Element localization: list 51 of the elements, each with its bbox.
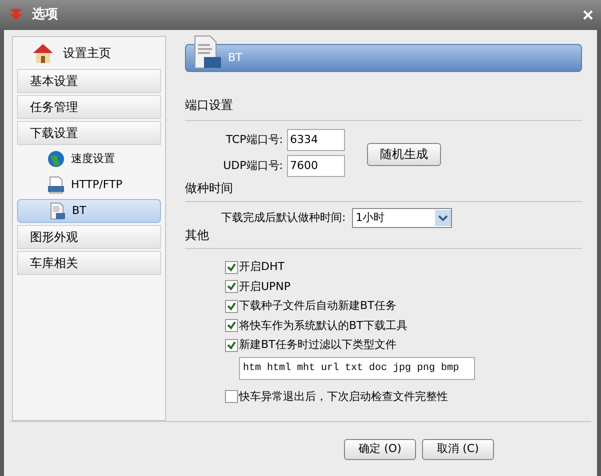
field-label: 下载完成后默认做种时间: (221, 210, 346, 226)
sidebar-section[interactable]: 任务管理 (17, 95, 161, 119)
check-icon (227, 262, 236, 272)
checkbox[interactable] (225, 280, 238, 294)
checkbox-option[interactable]: 开启DHT (225, 259, 582, 276)
window-title: 选项 (32, 6, 58, 24)
checkbox[interactable] (225, 300, 238, 313)
check-icon (227, 282, 236, 292)
sidebar-section[interactable]: 下载设置 (17, 121, 161, 145)
close-icon[interactable] (583, 10, 593, 20)
section-title: 其他 (185, 227, 210, 244)
globe-icon (47, 150, 65, 168)
filter-field[interactable]: htm html mht url txt doc jpg png bmp (239, 356, 475, 380)
check-icon (227, 340, 236, 350)
dialog-button[interactable]: 确定 (O) (344, 438, 416, 460)
field-label: TCP端口号: (226, 132, 283, 148)
random-button[interactable]: 随机生成 (367, 142, 441, 166)
sidebar-item[interactable]: BT (17, 199, 161, 223)
port-field[interactable]: 6334 (287, 129, 345, 151)
dialog-button[interactable]: 取消 (C) (422, 438, 494, 460)
section-title: 端口设置 (185, 97, 234, 114)
sidebar-home[interactable]: 设置主页 (63, 44, 111, 62)
sidebar-item[interactable]: 速度设置 (17, 147, 161, 171)
port-field[interactable]: 7600 (287, 155, 345, 177)
document-icon (48, 202, 66, 220)
checkbox[interactable] (225, 390, 238, 404)
section-title: 做种时间 (185, 180, 234, 197)
house-icon (31, 42, 55, 64)
checkbox-option[interactable]: 将快车作为系统默认的BT下载工具 (225, 318, 582, 334)
checkbox[interactable] (225, 260, 238, 274)
sidebar-section[interactable]: 基本设置 (17, 69, 161, 93)
page-title: BT (228, 50, 242, 66)
check-icon (227, 321, 236, 330)
document-icon (47, 176, 65, 194)
sidebar-item[interactable]: HTTP/FTP (17, 173, 161, 197)
checkbox-option[interactable]: 快车异常退出后，下次启动检查文件完整性 (225, 388, 582, 405)
checkbox-option[interactable]: 下载种子文件后自动新建BT任务 (225, 298, 582, 314)
field-label: UDP端口号: (223, 158, 283, 174)
document-icon (192, 35, 222, 69)
checkbox-option[interactable]: 开启UPNP (225, 278, 582, 295)
checkbox[interactable] (225, 338, 238, 352)
check-icon (227, 302, 236, 311)
sidebar-item-label: 速度设置 (71, 150, 115, 167)
sidebar-section[interactable]: 图形外观 (17, 225, 161, 249)
sidebar-item-label: BT (72, 202, 86, 219)
sidebar-section[interactable]: 车库相关 (17, 251, 161, 275)
sidebar-item-label: HTTP/FTP (71, 176, 122, 193)
app-logo-icon (8, 7, 24, 23)
checkbox-option[interactable]: 新建BT任务时过滤以下类型文件 (225, 337, 582, 354)
seeding-time-select[interactable]: 1小时 (352, 208, 452, 228)
checkbox[interactable] (225, 319, 238, 332)
